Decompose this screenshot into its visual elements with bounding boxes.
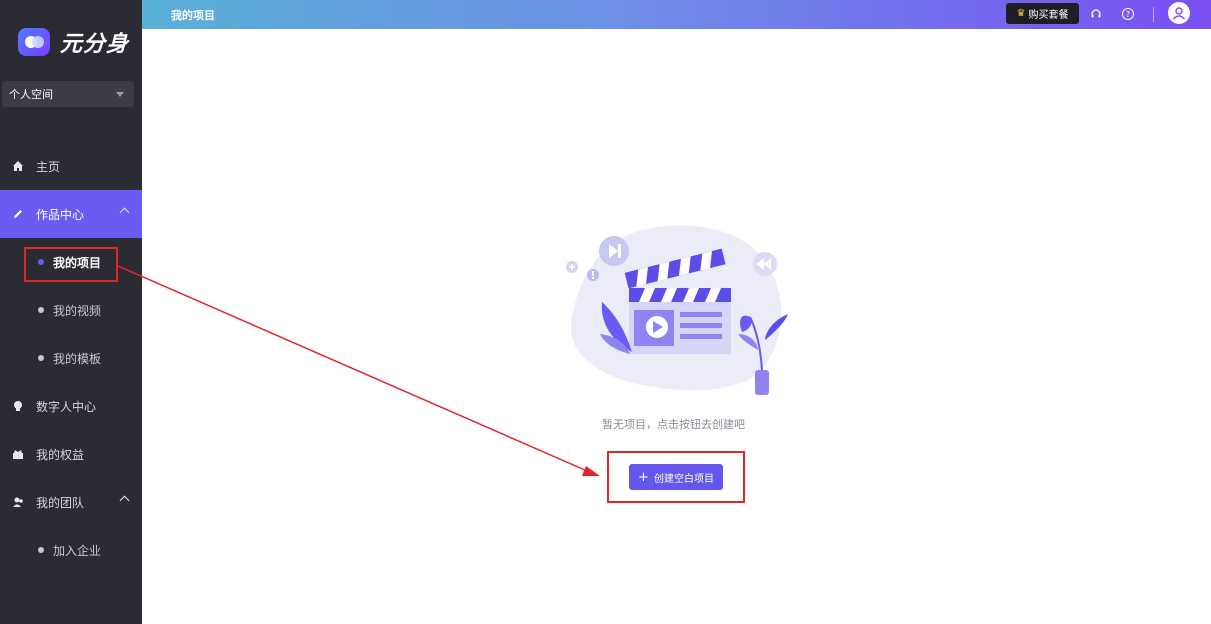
sidebar-item-label: 我的权益 [36, 447, 85, 462]
crown-icon: ♛ [1016, 8, 1026, 19]
chevron-up-icon [119, 495, 130, 506]
top-header: 我的项目 ♛ 购买套餐 ? [142, 0, 1211, 29]
sidebar-item-digital-human[interactable]: 数字人中心 [0, 382, 142, 430]
headset-icon[interactable] [1088, 6, 1104, 22]
sidebar-nav: 主页 作品中心 我的项目 我的视频 我的模板 数字人中心 我的权益 我的团队 加… [0, 142, 142, 574]
home-icon [12, 160, 24, 172]
sidebar-item-label: 我的团队 [36, 495, 85, 510]
sidebar-subitem-my-templates[interactable]: 我的模板 [0, 334, 142, 382]
buy-package-label: 购买套餐 [1028, 10, 1069, 21]
team-icon [12, 496, 24, 508]
sidebar-item-works[interactable]: 作品中心 [0, 190, 142, 238]
sidebar-item-home[interactable]: 主页 [0, 142, 142, 190]
empty-state-text: 暂无项目，点击按钮去创建吧 [602, 418, 745, 431]
benefits-icon [12, 448, 24, 460]
chevron-up-icon [119, 207, 130, 218]
header-divider [1153, 7, 1154, 22]
bullet-dot [38, 307, 44, 313]
sidebar-item-benefits[interactable]: 我的权益 [0, 430, 142, 478]
sidebar-subitem-my-videos[interactable]: 我的视频 [0, 286, 142, 334]
highlight-box-my-projects [24, 247, 118, 282]
space-select-value: 个人空间 [9, 88, 53, 101]
space-select[interactable]: 个人空间 [2, 81, 134, 107]
sidebar: 元分身 个人空间 主页 作品中心 我的项目 我的视频 我的模板 数字人中心 我的… [0, 0, 142, 624]
help-icon[interactable]: ? [1122, 8, 1134, 20]
bullet-dot [38, 547, 44, 553]
bullet-dot [38, 355, 44, 361]
sidebar-item-label: 作品中心 [36, 207, 85, 222]
sidebar-item-team[interactable]: 我的团队 [0, 478, 142, 526]
buy-package-button[interactable]: ♛ 购买套餐 [1006, 3, 1079, 24]
sidebar-item-label: 我的视频 [53, 303, 102, 318]
caret-down-icon [116, 91, 124, 97]
avatar-icon[interactable] [1168, 2, 1190, 24]
logo-icon [18, 28, 50, 56]
sidebar-subitem-join-company[interactable]: 加入企业 [0, 526, 142, 574]
brand-logo[interactable]: 元分身 [18, 26, 129, 58]
highlight-box-create-button [607, 451, 745, 503]
sidebar-item-label: 数字人中心 [36, 399, 97, 414]
sidebar-item-label: 加入企业 [53, 543, 102, 558]
pencil-icon [12, 208, 24, 220]
sidebar-item-label: 我的模板 [53, 351, 102, 366]
page-title: 我的项目 [171, 8, 215, 22]
digital-human-icon [12, 400, 24, 412]
brand-name: 元分身 [60, 32, 130, 57]
sidebar-item-label: 主页 [36, 159, 61, 174]
empty-clapperboard-illustration [566, 225, 788, 395]
